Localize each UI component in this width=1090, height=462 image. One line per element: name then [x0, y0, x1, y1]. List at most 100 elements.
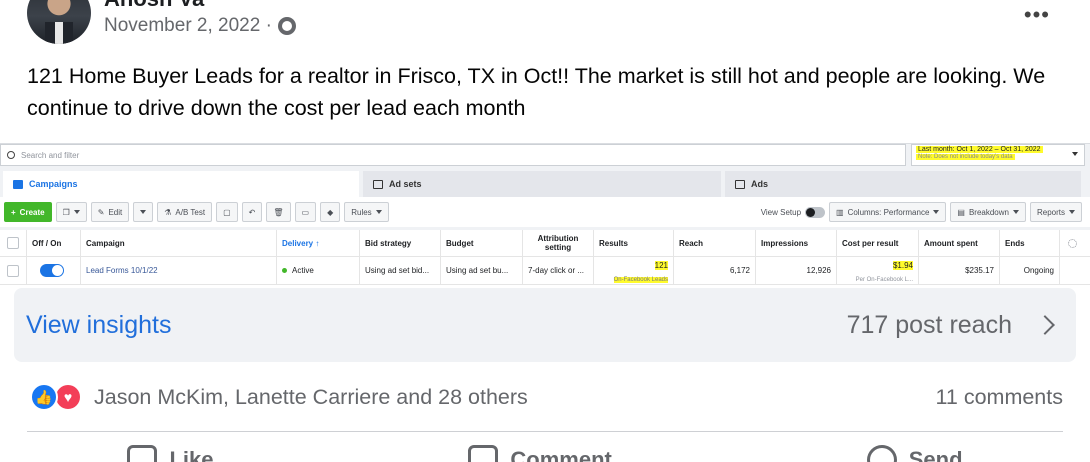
table-header: Off / On Campaign Delivery ↑ Bid strateg…: [0, 230, 1090, 257]
ads-toolbar: + Create ❐ ✎ Edit ⚗ A/B Test ▢ ↶ 🗑 ▭ ◆ Rul…: [0, 197, 1090, 227]
cell-impressions: 12,926: [756, 257, 837, 284]
col-impressions: Impressions: [756, 230, 837, 256]
rules-button: Rules: [344, 202, 389, 222]
cell-reach: 6,172: [674, 257, 756, 284]
divider: [27, 431, 1063, 432]
like-button[interactable]: Like: [127, 440, 213, 462]
view-setup-toggle: [805, 206, 826, 218]
active-status-dot: [282, 268, 287, 273]
date-range-label: Last month: Oct 1, 2022 – Oct 31, 2022: [916, 146, 1043, 153]
view-insights-link[interactable]: View insights: [26, 311, 171, 340]
preview-icon: ▭: [301, 207, 310, 217]
preview-button: ▭: [294, 202, 317, 222]
campaign-table: Off / On Campaign Delivery ↑ Bid strateg…: [0, 230, 1090, 286]
ab-test-button: ⚗ A/B Test: [157, 202, 213, 222]
chevron-down-icon: [1072, 152, 1078, 156]
select-all-checkbox: [7, 237, 19, 249]
row-checkbox: [7, 264, 19, 277]
like-reaction-icon: 👍: [30, 383, 58, 411]
author-avatar[interactable]: [27, 0, 91, 44]
thumbs-up-icon: [127, 445, 158, 462]
send-button[interactable]: Send: [866, 440, 963, 462]
view-setup-label: View Setup: [760, 207, 802, 217]
duplicate-button: ❐: [55, 202, 87, 222]
cell-budget: Using ad set bu...: [441, 257, 523, 284]
breakdown-icon: ▤: [957, 207, 965, 217]
flask-icon: ⚗: [164, 207, 172, 217]
chevron-right-icon: [1035, 315, 1055, 335]
post-text: 121 Home Buyer Leads for a realtor in Fr…: [27, 64, 1046, 120]
cell-delivery: Active: [292, 266, 314, 275]
create-button: + Create: [4, 202, 52, 222]
ads-manager-screenshot: Search and filter Last month: Oct 1, 202…: [0, 143, 1090, 286]
col-campaign: Campaign: [81, 230, 277, 256]
post-actions: Like Comment Send: [0, 440, 1090, 462]
cell-ends: Ongoing: [1000, 257, 1060, 284]
col-ends: Ends: [1000, 230, 1060, 256]
cell-cost-per-result: $1.94: [892, 261, 913, 270]
more-options-icon[interactable]: •••: [1024, 2, 1050, 28]
col-delivery: Delivery ↑: [277, 230, 360, 256]
cell-results: 121: [654, 261, 668, 270]
date-range-note: Note: Does not include today's data: [916, 154, 1015, 160]
trash-icon: 🗑: [273, 207, 284, 217]
toolbar-right: View Setup ▥ Columns: Performance ▤ Breakd…: [761, 202, 1090, 222]
columns-icon: ▥: [836, 207, 844, 217]
undo-icon: ↶: [248, 207, 256, 217]
post-reach: 717 post reach: [846, 310, 1012, 339]
campaign-on-toggle: [40, 264, 64, 277]
view-insights-bar[interactable]: View insights 717 post reach: [14, 288, 1076, 362]
author-name[interactable]: Anosh Va: [104, 0, 204, 12]
love-reaction-icon: ♥: [54, 383, 82, 411]
col-amount-spent: Amount spent: [919, 230, 1000, 256]
tab-campaigns-label: Campaigns: [29, 179, 78, 189]
cell-bid-strategy: Using ad set bid...: [360, 257, 441, 284]
breakdown-button: ▤ Breakdown: [950, 202, 1026, 222]
col-bid-strategy: Bid strategy: [360, 230, 441, 256]
columns-button: ▥ Columns: Performance: [829, 202, 947, 222]
tab-ads: Ads: [725, 171, 1081, 197]
tab-ad-sets: Ad sets: [363, 171, 721, 197]
reports-button: Reports: [1029, 202, 1082, 222]
comment-button[interactable]: Comment: [468, 440, 612, 462]
search-placeholder: Search and filter: [21, 150, 80, 160]
folder-icon: [13, 179, 23, 189]
tag-button: ◆: [320, 202, 341, 222]
level-tabs: Campaigns Ad sets Ads: [0, 171, 1090, 197]
col-cost-per-result: Cost per result: [837, 230, 919, 256]
col-reach: Reach: [674, 230, 756, 256]
clipboard-icon: ▢: [223, 207, 231, 217]
tab-ad-sets-label: Ad sets: [389, 179, 422, 189]
undo-button: ↶: [241, 202, 263, 222]
comment-label: Comment: [510, 447, 612, 462]
reactors-text[interactable]: Jason McKim, Lanette Carriere and 28 oth…: [94, 385, 528, 410]
comments-count[interactable]: 11 comments: [936, 385, 1063, 410]
search-filter-bar: Search and filter: [0, 144, 906, 166]
audience-friends-icon[interactable]: [277, 17, 296, 35]
settings-gear-icon: [1067, 238, 1077, 248]
reactions-summary[interactable]: 👍 ♥ Jason McKim, Lanette Carriere and 28…: [30, 380, 528, 414]
edit-button: ✎ Edit: [90, 202, 130, 222]
date-range-picker: Last month: Oct 1, 2022 – Oct 31, 2022 N…: [911, 144, 1085, 166]
table-row: Lead Forms 10/1/22 Active Using ad set b…: [0, 257, 1090, 285]
tab-ads-label: Ads: [751, 179, 769, 189]
ad-icon: [735, 179, 745, 189]
cell-campaign: Lead Forms 10/1/22: [81, 257, 277, 284]
cell-cost-sub: Per On-Facebook L...: [855, 277, 913, 283]
grid-icon: [373, 179, 383, 189]
cell-attribution: 7-day click or ...: [523, 257, 594, 284]
col-off-on: Off / On: [27, 230, 81, 256]
duplicate-icon: ❐: [62, 207, 70, 217]
cell-results-sub: On-Facebook Leads: [613, 277, 668, 283]
edit-dropdown: [133, 202, 154, 222]
clipboard-button: ▢: [216, 202, 238, 222]
post-meta: November 2, 2022 ·: [104, 15, 296, 37]
col-results: Results: [594, 230, 674, 256]
col-budget: Budget: [441, 230, 523, 256]
col-attribution: Attribution setting: [523, 230, 594, 256]
tab-campaigns: Campaigns: [3, 171, 359, 197]
messenger-icon: [866, 445, 897, 462]
post-date[interactable]: November 2, 2022 ·: [104, 15, 272, 37]
cell-amount-spent: $235.17: [919, 257, 1000, 284]
pencil-icon: ✎: [97, 207, 105, 217]
